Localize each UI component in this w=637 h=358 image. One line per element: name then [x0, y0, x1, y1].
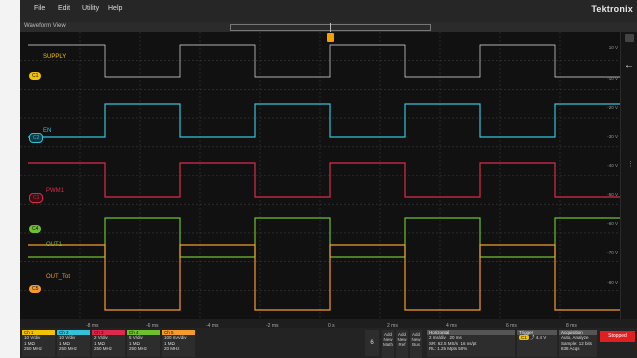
- channel-tag-supply[interactable]: C1: [29, 72, 42, 80]
- volt-label: -50 V: [607, 192, 618, 197]
- menu-bar: File Edit Utility Help Tektronix: [20, 0, 637, 22]
- run-stop-button[interactable]: Stopped: [600, 331, 635, 342]
- channel-4-badge[interactable]: Ch 4 5 V/div 1 MΩ 250 MHz: [127, 330, 160, 357]
- acquisition-badge[interactable]: Acquisition Auto, Analyze Sample: 12 bit…: [559, 330, 597, 357]
- channel-1-badge[interactable]: Ch 1 10 V/div 1 MΩ 250 MHz: [22, 330, 55, 357]
- horizontal-rl-row: RL: 1.25 Mpts 50%: [427, 346, 515, 352]
- channel-label-en: EN: [43, 128, 52, 134]
- more-options-icon[interactable]: ⋮: [627, 160, 634, 168]
- acquisition-mode: Auto,: [561, 335, 572, 340]
- volt-label: -60 V: [607, 221, 618, 226]
- volt-label: -10 V: [607, 76, 618, 81]
- channel-3-bandwidth: 250 MHz: [94, 346, 113, 351]
- menu-file[interactable]: File: [34, 5, 45, 12]
- waveform-trace-out1: [28, 217, 620, 258]
- waveform-view-header: Waveform View: [20, 22, 637, 32]
- trigger-source: C1: [519, 335, 529, 340]
- resolution: 16 ns/pt: [460, 340, 477, 346]
- trigger-row: C1 ⤴ 4.4 V: [517, 335, 557, 341]
- channel-6-button[interactable]: 6: [365, 330, 379, 356]
- menu-edit[interactable]: Edit: [58, 5, 70, 12]
- channel-label-pwm1: PWM1: [46, 188, 64, 194]
- channel-2-badge[interactable]: Ch 2 10 V/div 1 MΩ 250 MHz: [57, 330, 90, 357]
- channel-tag-en[interactable]: C2: [29, 133, 44, 143]
- overview-position-marker[interactable]: [330, 23, 331, 32]
- waveform-view-title: Waveform View: [24, 23, 66, 29]
- volt-label: -30 V: [607, 134, 618, 139]
- waveform-trace-out-tot: [28, 244, 620, 311]
- horizontal-scale: 2 ms/div: [429, 335, 446, 340]
- menu-help[interactable]: Help: [108, 5, 122, 12]
- waveform-trace-en: [28, 103, 620, 138]
- horizontal-position-pct: 50%: [458, 346, 468, 351]
- acquisition-count: 838 Acqs: [561, 346, 580, 351]
- channel-tag-pwm1[interactable]: C1: [29, 193, 44, 203]
- oscilloscope-window: File Edit Utility Help Tektronix Wavefor…: [20, 0, 637, 358]
- right-control-strip: ← ⋮: [620, 32, 637, 319]
- volt-label: -80 V: [607, 280, 618, 285]
- add-new-ref-button[interactable]: Add New Ref: [396, 330, 408, 358]
- waveform-graticule: [20, 32, 620, 319]
- add-new-math-button[interactable]: Add New Math: [382, 330, 394, 358]
- channel-tag-out-tot[interactable]: C5: [29, 285, 42, 293]
- channel-label-supply: SUPPLY: [43, 54, 67, 60]
- record-length: RL: 1.25 Mpts: [429, 346, 458, 351]
- waveform-trace-pwm1: [28, 162, 620, 198]
- waveform-plot[interactable]: C1 SUPPLY C2 EN C1 PWM1 C4 OUT1 C5 OUT_T…: [20, 32, 620, 319]
- menu-utility[interactable]: Utility: [82, 5, 99, 12]
- channel-2-bandwidth: 250 MHz: [59, 346, 78, 351]
- horizontal-position: 20 ms: [449, 335, 462, 340]
- panel-toggle-icon[interactable]: [625, 34, 634, 42]
- record-overview-bar[interactable]: [230, 23, 431, 32]
- channel-5-badge[interactable]: Ch 5 100 mA/div 1 MΩ 20 MHz: [162, 330, 195, 357]
- sample-rate: SR: 62.5 MS/s: [429, 340, 459, 346]
- channel-5-bandwidth: 20 MHz: [164, 346, 180, 351]
- trigger-level: 4.4 V: [535, 335, 547, 340]
- channel-3-badge[interactable]: Ch 3 2 V/div 1 MΩ 250 MHz: [92, 330, 125, 357]
- add-new-bus-button[interactable]: Add New Bus: [410, 330, 422, 358]
- volt-label: 10 V: [608, 45, 618, 50]
- volt-label: -40 V: [607, 163, 618, 168]
- volt-label: -20 V: [607, 105, 618, 110]
- trigger-position-marker[interactable]: [327, 33, 334, 42]
- channel-label-out-tot: OUT_Tot: [46, 274, 71, 280]
- channel-1-bandwidth: 250 MHz: [24, 346, 43, 351]
- rising-edge-icon: ⤴: [530, 335, 535, 340]
- acquisition-analyze: Analyze: [572, 335, 589, 340]
- channel-tag-out1[interactable]: C4: [29, 225, 42, 233]
- channel-4-bandwidth: 250 MHz: [129, 346, 148, 351]
- horizontal-badge[interactable]: Horizontal 2 ms/div 20 ms SR: 62.5 MS/s …: [427, 330, 515, 357]
- settings-bar: Ch 1 10 V/div 1 MΩ 250 MHz Ch 2 10 V/div…: [20, 328, 637, 358]
- trigger-badge[interactable]: Trigger C1 ⤴ 4.4 V: [517, 330, 557, 357]
- channel-label-out1: OUT1: [46, 242, 63, 248]
- volt-label: -70 V: [607, 250, 618, 255]
- arrow-left-icon[interactable]: ←: [624, 60, 634, 71]
- brand-logo: Tektronix: [591, 4, 633, 14]
